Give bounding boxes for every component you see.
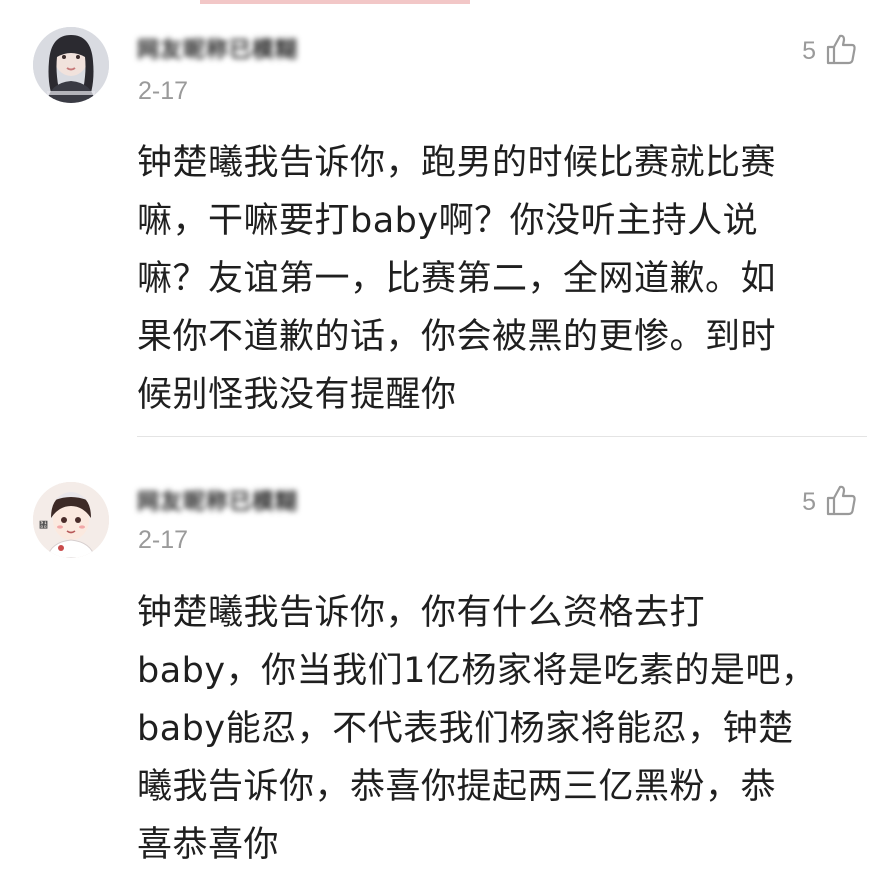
- like-button[interactable]: 5: [802, 483, 858, 521]
- username-text: 网友昵称已模糊: [137, 490, 299, 515]
- avatar[interactable]: [33, 27, 109, 103]
- like-button[interactable]: 5: [802, 32, 858, 70]
- comment-item: ㄀ 网友昵称已模糊 2-17 5 钟楚曦我告诉你，你有什么资格去打 baby，你…: [0, 440, 891, 885]
- thumbs-up-icon: [824, 32, 858, 70]
- avatar-image: [33, 27, 109, 103]
- comment-text: 钟楚曦我告诉你，你有什么资格去打 baby，你当我们1亿杨家将是吃素的是吧， b…: [137, 593, 817, 865]
- like-count: 5: [802, 36, 816, 65]
- comment-timestamp: 2-17: [138, 77, 189, 105]
- username[interactable]: 网友昵称已模糊: [137, 486, 299, 515]
- divider: [137, 436, 867, 437]
- like-count: 5: [802, 487, 816, 516]
- comment-text: 钟楚曦我告诉你，跑男的时候比赛就比赛 嘛，干嘛要打baby啊？你没听主持人说 嘛…: [137, 143, 777, 415]
- avatar[interactable]: ㄀: [33, 482, 109, 558]
- username-text: 网友昵称已模糊: [137, 38, 299, 63]
- comment-timestamp: 2-17: [138, 526, 189, 554]
- svg-text:㄀: ㄀: [39, 520, 48, 531]
- thumbs-up-icon: [824, 483, 858, 521]
- avatar-image: ㄀: [33, 482, 109, 558]
- comment-item: 网友昵称已模糊 2-17 5 钟楚曦我告诉你，跑男的时候比赛就比赛 嘛，干嘛要打…: [0, 0, 891, 438]
- username[interactable]: 网友昵称已模糊: [137, 34, 299, 63]
